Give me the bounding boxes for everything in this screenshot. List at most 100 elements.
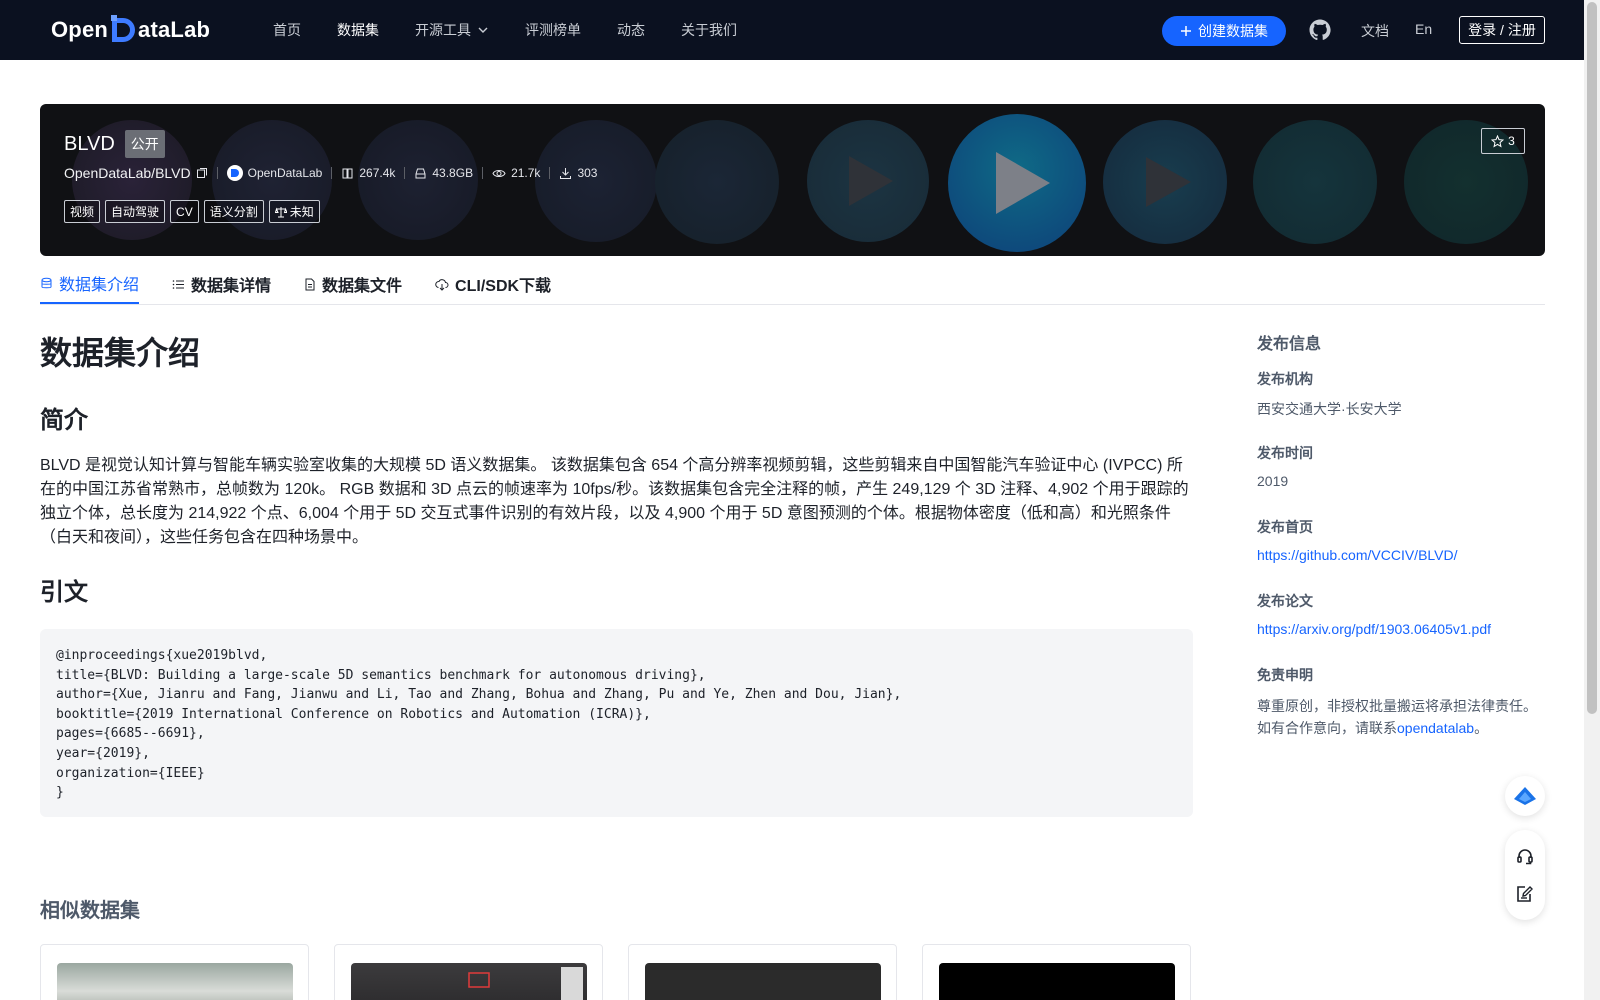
homepage-link[interactable]: https://github.com/VCCIV/BLVD/ [1257,547,1458,563]
disclaimer-label: 免责申明 [1257,667,1313,683]
dataset-thumbnail [645,963,881,1000]
contact-link[interactable]: opendatalab [1397,720,1474,736]
copy-icon[interactable] [196,167,208,179]
publisher-org-value: 西安交通大学·长安大学 [1257,401,1402,417]
disclaimer-contact-text: 如有合作意向，请联系 [1257,720,1397,736]
publish-info-title: 发布信息 [1257,336,1322,353]
paper-link[interactable]: https://arxiv.org/pdf/1903.06405v1.pdf [1257,621,1491,637]
nav-item-about[interactable]: 关于我们 [681,20,737,40]
intro-text: BLVD 是视觉认知计算与智能车辆实验室收集的大规模 5D 语义数据集。 该数据… [40,457,1189,546]
page-scrollbar-thumb[interactable] [1587,2,1597,714]
similar-dataset-card[interactable] [40,944,309,1000]
star-icon [1491,134,1505,148]
tab-label: 数据集文件 [322,278,403,295]
nav-item-news[interactable]: 动态 [617,20,645,40]
nav-item-label: 首页 [273,22,301,38]
tag[interactable]: CV [170,200,199,223]
main-content: 数据集介绍 简介 BLVD 是视觉认知计算与智能车辆实验室收集的大规模 5D 语… [40,322,1193,1000]
publish-time-value: 2019 [1257,473,1289,489]
opendatalab-logo[interactable]: Open ataLab [51,14,210,46]
list-icon [172,279,185,289]
plus-icon [1181,26,1191,36]
dataset-thumbnail [939,963,1175,1000]
tag[interactable]: 语义分割 [203,200,264,223]
publisher[interactable]: OpenDataLab [226,165,323,181]
paper-label: 发布论文 [1257,593,1313,609]
logo-text-open: Open [51,17,109,42]
play-circle-icon [1103,120,1227,244]
opendatalab-avatar-icon [226,165,243,181]
scale-icon [274,206,287,217]
similar-datasets-list [40,944,1191,1000]
headset-icon[interactable] [1515,847,1535,867]
nav-item-label: 关于我们 [681,22,737,38]
tag[interactable]: 视频 [64,200,101,223]
book-icon [342,168,353,178]
publish-time-label: 发布时间 [1257,445,1313,461]
tab-label: CLI/SDK下载 [455,278,552,295]
login-register-button[interactable]: 登录 / 注册 [1459,16,1545,44]
feedback-edit-icon[interactable] [1515,884,1535,904]
files-count-value: 267.4k [359,166,396,180]
similar-datasets-heading: 相似数据集 [40,900,140,922]
meta-divider [216,167,218,179]
disclaimer-end: 。 [1474,720,1489,736]
page-title: 数据集介绍 [40,335,201,371]
dataset-tabs: 数据集介绍 数据集详情 数据集文件 CLI/SDK下载 [40,264,1545,305]
star-button[interactable]: 3 [1481,128,1525,154]
license-value: 未知 [289,205,314,219]
database-icon [41,277,52,288]
disk-icon [415,168,426,178]
github-icon[interactable] [1308,18,1332,42]
meta-divider [482,167,484,179]
files-count: 267.4k [341,166,395,180]
citation-code-block[interactable]: @inproceedings{xue2019blvd, title={BLVD:… [40,629,1193,817]
nav-item-label: 评测榜单 [525,22,581,38]
downloads-count-value: 303 [577,166,598,180]
download-icon [560,167,572,179]
tab-label: 数据集详情 [191,278,272,295]
similar-dataset-card[interactable] [628,944,897,1000]
nav-item-tools[interactable]: 开源工具 [415,20,489,40]
tag[interactable]: 自动驾驶 [105,200,166,223]
nav-item-label: 动态 [617,22,645,38]
tab-details[interactable]: 数据集详情 [172,264,271,304]
citation-heading: 引文 [40,579,88,606]
similar-dataset-card[interactable] [334,944,603,1000]
eye-icon [492,169,506,177]
file-icon [305,278,315,290]
banner-decor-circle [655,120,779,244]
logo-text-datalab: ataLab [138,17,211,42]
ai-assistant-button[interactable] [1505,776,1545,816]
license-tag[interactable]: 未知 [268,200,320,223]
views-count-value: 21.7k [511,166,541,180]
nav-item-label: 开源工具 [415,22,471,38]
meta-divider [404,167,406,179]
tab-files[interactable]: 数据集文件 [304,264,402,304]
tab-cli-sdk[interactable]: CLI/SDK下载 [435,264,551,304]
tab-introduction[interactable]: 数据集介绍 [40,264,140,304]
nav-item-datasets[interactable]: 数据集 [337,20,379,40]
dataset-banner: BLVD 公开 OpenDataLab/BLVD OpenDataLab 267… [40,104,1545,256]
publisher-name: OpenDataLab [247,166,323,180]
main-nav: 首页 数据集 开源工具 评测榜单 动态 关于我们 [273,0,773,60]
docs-link[interactable]: 文档 [1361,21,1389,41]
nav-item-home[interactable]: 首页 [273,20,301,40]
language-switch[interactable]: En [1415,21,1432,37]
nav-item-leaderboard[interactable]: 评测榜单 [525,20,581,40]
disclaimer-contact: 如有合作意向，请联系opendatalab。 [1257,718,1488,738]
disclaimer-text: 尊重原创，非授权批量搬运将承担法律责任。 [1257,698,1537,714]
logo-d-icon [109,15,137,45]
nav-item-label: 数据集 [337,22,379,38]
banner-decor-circle [1253,120,1377,244]
dataset-meta: OpenDataLab/BLVD OpenDataLab 267.4k 43.8… [64,164,597,182]
tab-label: 数据集介绍 [59,277,140,294]
play-circle-icon [948,114,1086,252]
meta-divider [331,167,333,179]
visibility-badge: 公开 [124,130,165,158]
dataset-tags: 视频 自动驾驶 CV 语义分割 未知 [64,200,320,223]
downloads-count: 303 [559,166,597,180]
top-nav: Open ataLab 首页 数据集 开源工具 评测榜单 动态 关于我们 创建数… [0,0,1584,60]
similar-dataset-card[interactable] [922,944,1191,1000]
create-dataset-button[interactable]: 创建数据集 [1162,16,1286,46]
